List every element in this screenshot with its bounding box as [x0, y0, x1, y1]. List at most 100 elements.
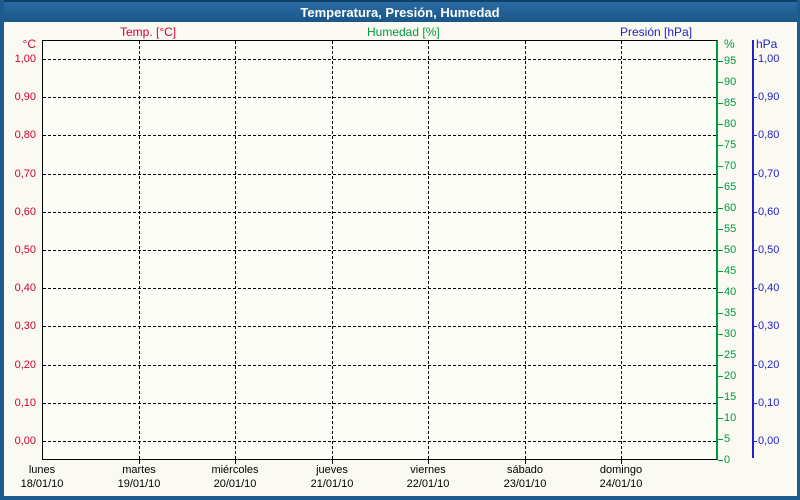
humidity-axis-tick-label: 35 [724, 307, 737, 319]
day-date-label: 18/01/10 [20, 478, 64, 490]
h-gridline [43, 403, 716, 404]
humidity-axis-unit: % [724, 37, 735, 51]
v-gridline [235, 41, 236, 459]
humidity-axis-tick [718, 439, 723, 440]
v-gridline [139, 41, 140, 459]
day-name-label: domingo [599, 464, 643, 476]
day-date-label: 22/01/10 [406, 478, 450, 490]
pressure-axis-tick [752, 250, 757, 251]
day-name-label: miércoles [211, 464, 259, 476]
humidity-axis-tick-label: 40 [724, 286, 737, 298]
humidity-axis-tick [718, 376, 723, 377]
humidity-axis-tick [718, 418, 723, 419]
humidity-axis-tick [718, 250, 723, 251]
temperature-axis-tick-label: 1,00 [14, 53, 36, 65]
pressure-axis-tick-label: 0,80 [758, 129, 780, 141]
h-gridline [43, 250, 716, 251]
humidity-axis-tick [718, 187, 723, 188]
pressure-axis-tick-label: 0,60 [758, 206, 780, 218]
h-gridline [43, 97, 716, 98]
h-gridline [43, 441, 716, 442]
pressure-axis-tick [752, 326, 757, 327]
pressure-axis-tick-label: 0,90 [758, 91, 780, 103]
v-gridline [621, 41, 622, 459]
humidity-axis-tick-label: 50 [724, 244, 737, 256]
pressure-axis-tick-label: 0,30 [758, 320, 780, 332]
pressure-axis-tick [752, 403, 757, 404]
pressure-axis-tick [752, 441, 757, 442]
humidity-axis-tick-label: 25 [724, 349, 737, 361]
h-gridline [43, 135, 716, 136]
pressure-axis-tick [752, 135, 757, 136]
humidity-axis-tick-label: 15 [724, 391, 737, 403]
humidity-axis-tick-label: 5 [724, 433, 731, 445]
humidity-axis-tick [718, 166, 723, 167]
day-date-label: 23/01/10 [503, 478, 547, 490]
humidity-axis-tick-label: 65 [724, 181, 737, 193]
humidity-axis-tick-label: 70 [724, 160, 737, 172]
day-name-label: martes [122, 464, 156, 476]
h-gridline [43, 326, 716, 327]
humidity-axis-tick [718, 271, 723, 272]
humidity-axis-tick-label: 10 [724, 412, 737, 424]
temperature-axis-tick-label: 0,90 [14, 91, 36, 103]
humidity-axis-tick [718, 313, 723, 314]
humidity-axis-tick-label: 95 [724, 55, 737, 67]
pressure-axis-tick [752, 59, 757, 60]
humidity-axis-tick-label: 30 [724, 328, 737, 340]
humidity-axis-tick [718, 61, 723, 62]
humidity-axis-tick [718, 208, 723, 209]
humidity-axis-tick-label: 45 [724, 265, 737, 277]
h-gridline [43, 59, 716, 60]
humidity-axis-tick [718, 229, 723, 230]
h-gridline [43, 365, 716, 366]
humidity-axis-tick [718, 355, 723, 356]
humidity-axis-tick-label: 20 [724, 370, 737, 382]
temperature-axis-tick-label: 0,00 [14, 435, 36, 447]
day-name-label: lunes [28, 464, 56, 476]
legend-temperature: Temp. [°C] [120, 25, 177, 39]
pressure-axis-unit: hPa [756, 37, 778, 51]
legend-pressure: Presión [hPa] [620, 25, 693, 39]
day-name-label: jueves [316, 464, 348, 476]
humidity-axis-tick [718, 397, 723, 398]
pressure-axis-tick [752, 97, 757, 98]
day-date-label: 19/01/10 [117, 478, 161, 490]
humidity-axis-tick [718, 82, 723, 83]
humidity-axis-tick [718, 292, 723, 293]
humidity-axis-tick-label: 90 [724, 76, 737, 88]
h-gridline [43, 288, 716, 289]
humidity-axis-tick [718, 124, 723, 125]
pressure-axis-tick-label: 1,00 [758, 53, 780, 65]
temperature-axis-tick-label: 0,70 [14, 168, 36, 180]
h-gridline [43, 174, 716, 175]
temperature-axis-tick-label: 0,60 [14, 206, 36, 218]
humidity-axis-tick-label: 75 [724, 139, 737, 151]
humidity-axis-tick-label: 85 [724, 97, 737, 109]
h-gridline [43, 212, 716, 213]
weather-chart-window: Temperatura, Presión, Humedad Temp. [°C]… [0, 0, 800, 500]
chart-title: Temperatura, Presión, Humedad [300, 4, 500, 20]
pressure-axis-tick-label: 0,00 [758, 435, 780, 447]
v-gridline [332, 41, 333, 459]
humidity-axis-tick-label: 60 [724, 202, 737, 214]
humidity-axis-tick [718, 460, 723, 461]
humidity-axis-tick-label: 80 [724, 118, 737, 130]
v-gridline [428, 41, 429, 459]
pressure-axis-tick-label: 0,70 [758, 168, 780, 180]
humidity-axis-tick-label: 55 [724, 223, 737, 235]
pressure-axis-tick [752, 365, 757, 366]
day-name-label: viernes [410, 464, 446, 476]
pressure-axis-line [752, 40, 754, 458]
pressure-axis-tick [752, 288, 757, 289]
pressure-axis-tick-label: 0,10 [758, 397, 780, 409]
day-date-label: 24/01/10 [599, 478, 643, 490]
temperature-axis-tick-label: 0,20 [14, 359, 36, 371]
pressure-axis-tick-label: 0,20 [758, 359, 780, 371]
humidity-axis-tick [718, 334, 723, 335]
humidity-axis-tick-label: 0 [724, 454, 731, 466]
humidity-axis-tick [718, 145, 723, 146]
day-name-label: sábado [506, 464, 544, 476]
day-date-label: 20/01/10 [213, 478, 257, 490]
title-bar: Temperatura, Presión, Humedad [0, 0, 800, 22]
